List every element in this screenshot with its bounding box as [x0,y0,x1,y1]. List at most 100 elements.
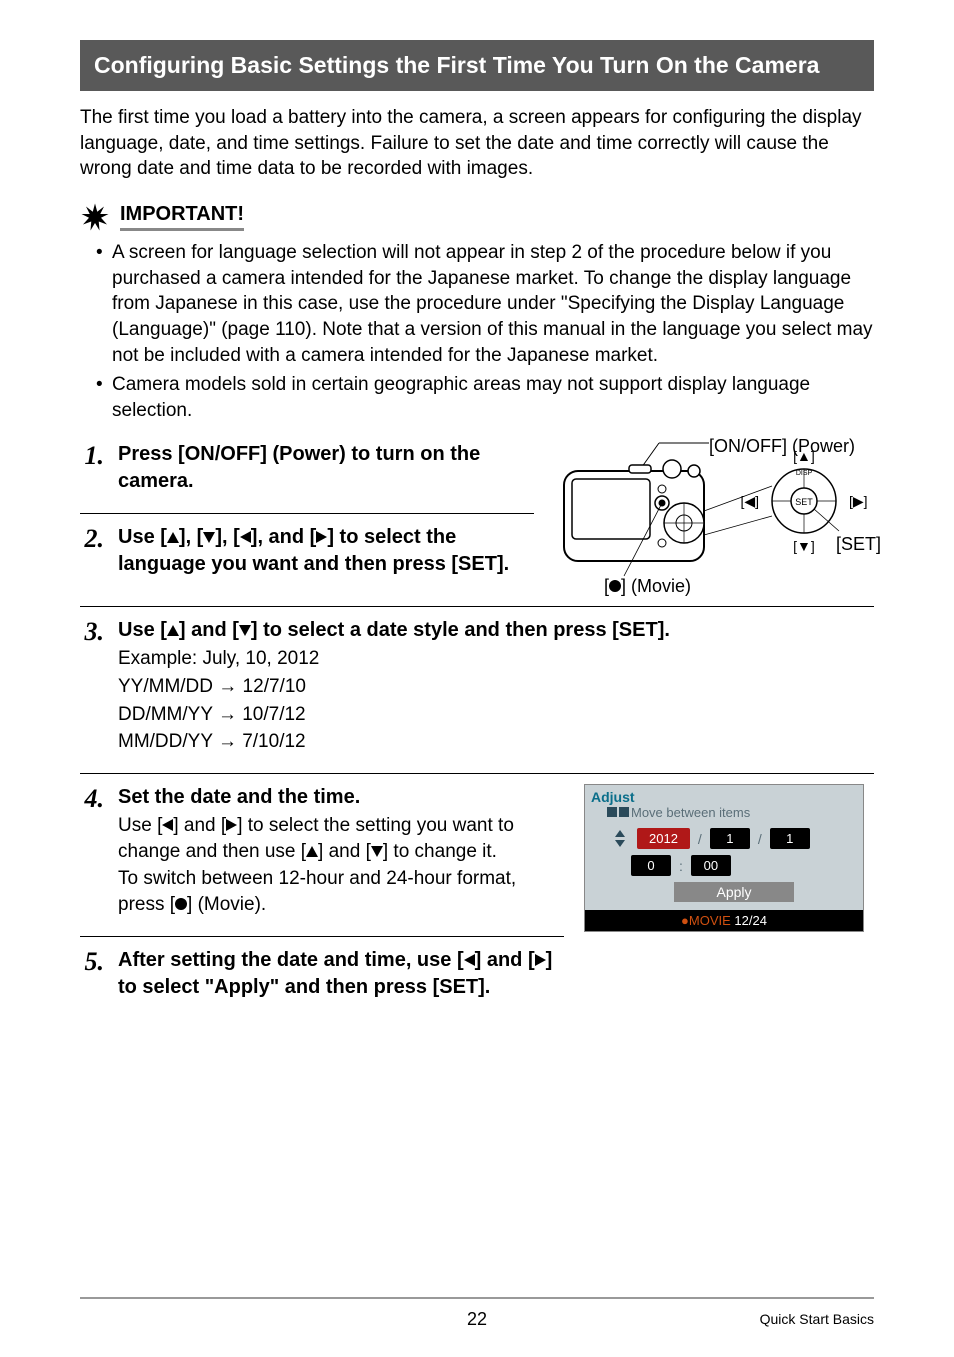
adjust-screen: Adjust Move between items 2012 / 1 / 1 0 [584,784,864,932]
step-number: 4. [80,784,104,812]
left-icon [464,954,475,966]
arrow-right-icon: → [218,729,237,755]
step-number: 3. [80,617,104,645]
burst-icon [80,202,110,232]
intro-paragraph: The first time you load a battery into t… [80,105,874,182]
date-format: YY/MM/DD → 12/7/10 [118,674,874,700]
svg-text:[▶]: [▶] [849,493,868,509]
up-icon [167,625,179,636]
bullet-item: A screen for language selection will not… [92,240,874,368]
text: Use [ [118,815,162,836]
right-icon [619,807,629,817]
step-2: 2. Use [], [], [], and [] to select the … [80,524,534,586]
record-icon [175,898,187,910]
text: ], [ [215,526,239,548]
down-icon [371,846,383,857]
text: DD/MM/YY [118,704,218,725]
step-number: 1. [80,441,104,469]
text: ] and [ [475,949,535,971]
record-icon [609,580,621,592]
page-footer: 22 Quick Start Basics [80,1297,874,1327]
step-3: 3. Use [ ] and [ ] to select a date style … [80,617,874,763]
section-header: Configuring Basic Settings the First Tim… [80,40,874,91]
important-label: IMPORTANT! [120,203,244,231]
up-icon [306,846,318,857]
step-detail: To switch between 12-hour and 24-hour fo… [118,866,564,917]
text: ] (Movie). [187,894,266,915]
step-4: 4. Set the date and the time. Use [] and… [80,784,564,926]
arrow-right-icon: → [218,702,237,728]
set-label: [SET] [836,534,881,555]
right-icon [316,531,327,543]
adjust-subtitle: Move between items [591,805,857,820]
text: ], and [ [251,526,317,548]
text: Use [ [118,526,167,548]
right-icon [535,954,546,966]
svg-text:SET: SET [795,497,813,507]
text: MOVIE [689,913,731,928]
step-number: 5. [80,947,104,975]
down-icon [239,625,251,636]
text: After setting the date and time, use [ [118,949,464,971]
text: ] and [ [173,815,226,836]
date-format: DD/MM/YY → 10/7/12 [118,702,874,728]
right-icon [226,819,237,831]
text: ] and [ [179,619,239,641]
important-bullets: A screen for language selection will not… [92,240,874,423]
important-block: IMPORTANT! A screen for language selecti… [80,202,874,423]
text: 12/7/10 [237,676,306,697]
down-icon [615,840,625,847]
divider [80,936,564,937]
apply-button: Apply [674,882,794,902]
step-title: Use [ ] and [ ] to select a date style and… [118,617,874,644]
separator: : [679,858,683,874]
step-example: Example: July, 10, 2012 [118,646,874,672]
step-title: Use [], [], [], and [] to select the lan… [118,524,534,578]
up-icon [615,830,625,837]
step-title: After setting the date and time, use [ ] … [118,947,564,1001]
up-icon [167,532,179,543]
text: ] (Movie) [621,576,691,596]
step-detail: Use [] and [] to select the setting you … [118,813,564,864]
day-field: 1 [770,828,810,849]
text: 12/24 [731,913,767,928]
minute-field: 00 [691,855,731,876]
adjust-footer: ●MOVIE 12/24 [585,910,863,931]
step-number: 2. [80,524,104,552]
svg-text:DISP: DISP [796,470,813,477]
bullet-item: Camera models sold in certain geographic… [92,372,874,423]
text: Move between items [631,805,750,820]
movie-indicator: ●MOVIE [681,913,731,928]
page-number: 22 [467,1309,487,1330]
left-icon [162,819,173,831]
year-field: 2012 [637,828,690,849]
svg-text:[◀]: [◀] [740,493,759,509]
text: ] to change it. [383,841,497,862]
text: ] and [ [318,841,371,862]
text: ], [ [179,526,203,548]
footer-section: Quick Start Basics [760,1311,874,1327]
month-field: 1 [710,828,750,849]
down-icon [203,532,215,543]
adjust-title: Adjust [591,789,857,805]
svg-text:[▼]: [▼] [793,538,815,554]
text: 7/10/12 [237,731,306,752]
arrow-right-icon: → [218,674,237,700]
left-icon [607,807,617,817]
left-icon [240,531,251,543]
text: Use [ [118,619,167,641]
divider [80,513,534,514]
text: YY/MM/DD [118,676,218,697]
text: ] to select a date style and then press … [251,619,670,641]
step-title: Press [ON/OFF] (Power) to turn on the ca… [118,441,534,495]
text: MM/DD/YY [118,731,218,752]
hour-field: 0 [631,855,671,876]
year-stepper [615,830,625,847]
step-5: 5. After setting the date and time, use … [80,947,564,1009]
text: 10/7/12 [237,704,306,725]
movie-label: [] (Movie) [604,576,691,597]
separator: / [698,831,702,847]
step-1: 1. Press [ON/OFF] (Power) to turn on the… [80,441,534,503]
power-label: [ON/OFF] (Power) [709,436,855,457]
separator: / [758,831,762,847]
